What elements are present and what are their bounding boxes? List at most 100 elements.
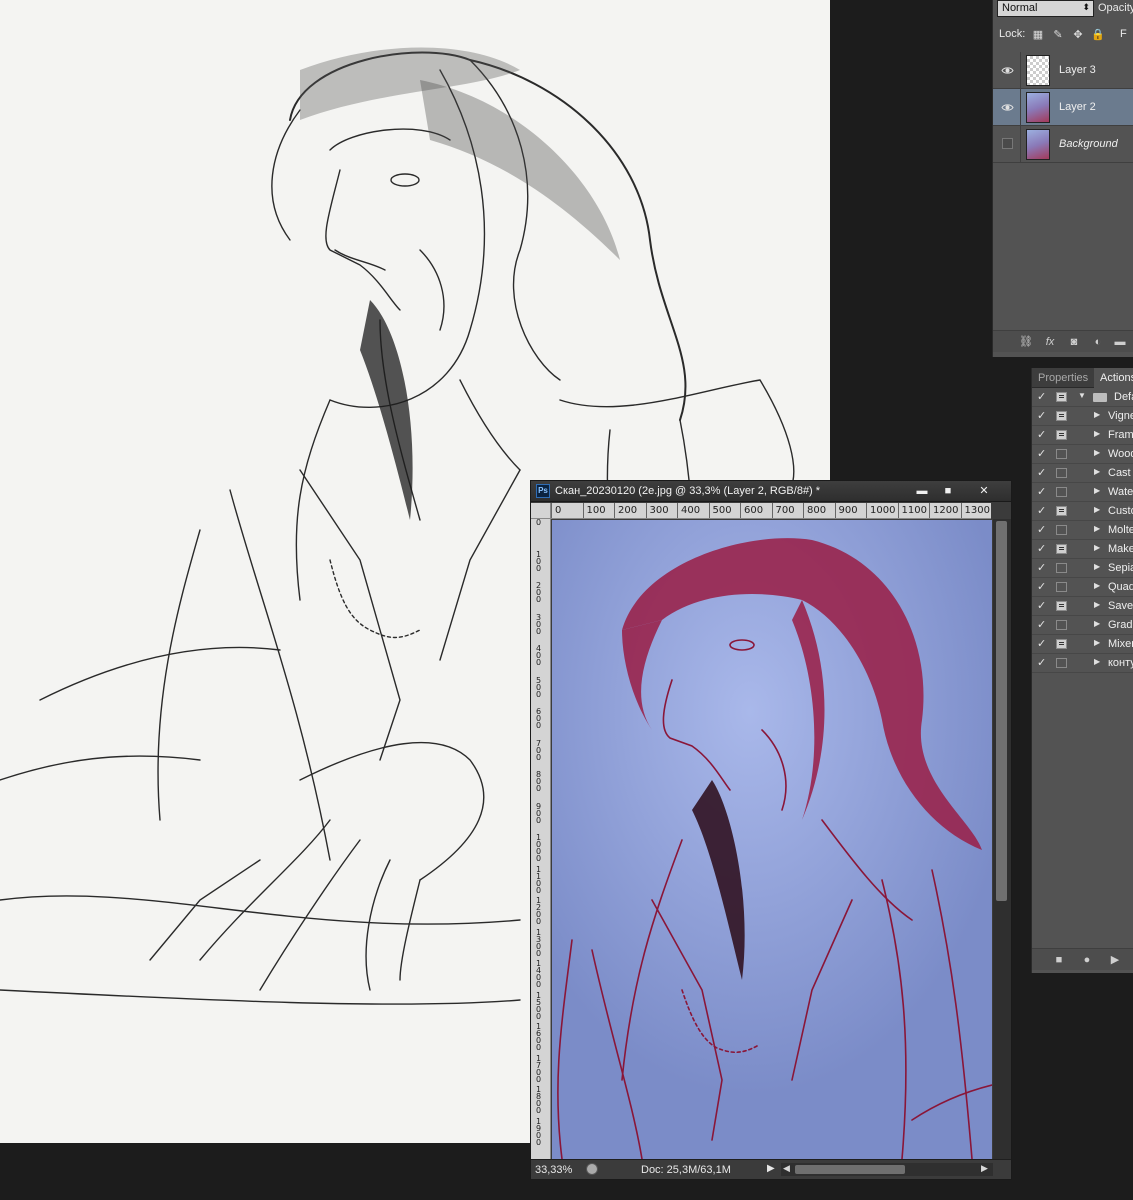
action-row[interactable]: ✓ ▶ Custo xyxy=(1032,502,1133,521)
lock-image-pixels-icon[interactable]: ✎ xyxy=(1051,28,1065,42)
check-icon[interactable]: ✓ xyxy=(1037,580,1049,593)
action-row[interactable]: ✓ ▶ Sepia xyxy=(1032,559,1133,578)
check-icon[interactable]: ✓ xyxy=(1037,428,1049,441)
close-button[interactable]: ✕ xyxy=(967,483,1001,499)
check-icon[interactable]: ✓ xyxy=(1037,599,1049,612)
dialog-toggle-icon[interactable] xyxy=(1056,487,1067,497)
document-titlebar[interactable]: Ps Скан_20230120 (2е.jpg @ 33,3% (Layer … xyxy=(531,481,1011,502)
tab-actions[interactable]: Actions xyxy=(1094,368,1133,388)
layer-row-layer-2[interactable]: Layer 2 xyxy=(993,89,1133,126)
dialog-toggle-icon[interactable] xyxy=(1056,620,1067,630)
check-icon[interactable]: ✓ xyxy=(1037,637,1049,650)
check-icon[interactable]: ✓ xyxy=(1037,466,1049,479)
check-icon[interactable]: ✓ xyxy=(1037,523,1049,536)
horizontal-ruler[interactable]: 0 100 200 300 400 500 600 700 800 900 1000 1100 1200… xyxy=(551,503,991,519)
play-icon[interactable]: ▶ xyxy=(1108,953,1122,967)
scroll-right-icon[interactable]: ▶ xyxy=(981,1163,988,1174)
horizontal-scroll-thumb[interactable] xyxy=(795,1165,905,1174)
minimize-button[interactable]: ▬ xyxy=(911,483,933,499)
action-row[interactable]: ✓ ▶ Wate xyxy=(1032,483,1133,502)
dialog-toggle-icon[interactable] xyxy=(1056,449,1067,459)
lock-position-icon[interactable]: ✥ xyxy=(1071,28,1085,42)
action-row[interactable]: ✓ ▶ Wood xyxy=(1032,445,1133,464)
triangle-right-icon[interactable]: ▶ xyxy=(1094,581,1100,590)
zoom-level-field[interactable]: 33,33% xyxy=(535,1164,572,1176)
action-row[interactable]: ✓ ▶ Molte xyxy=(1032,521,1133,540)
dialog-toggle-icon[interactable] xyxy=(1056,658,1067,668)
dialog-toggle-icon[interactable] xyxy=(1056,506,1067,516)
status-info-icon[interactable] xyxy=(586,1163,598,1175)
triangle-right-icon[interactable]: ▶ xyxy=(1094,600,1100,609)
layer-visibility-toggle[interactable] xyxy=(993,126,1021,163)
status-menu-arrow-icon[interactable]: ▶ xyxy=(767,1163,775,1174)
triangle-right-icon[interactable]: ▶ xyxy=(1094,657,1100,666)
dialog-toggle-icon[interactable] xyxy=(1056,582,1067,592)
dialog-toggle-icon[interactable] xyxy=(1056,601,1067,611)
action-row[interactable]: ✓ ▶ Frame xyxy=(1032,426,1133,445)
ruler-tick-mark xyxy=(960,503,962,518)
dialog-toggle-icon[interactable] xyxy=(1056,392,1067,402)
triangle-right-icon[interactable]: ▶ xyxy=(1094,524,1100,533)
adjustment-icon[interactable]: ◐ xyxy=(1091,335,1105,349)
action-set-row[interactable]: ✓ ▼ Defa xyxy=(1032,388,1133,407)
triangle-right-icon[interactable]: ▶ xyxy=(1094,562,1100,571)
horizontal-scrollbar[interactable]: ◀ ▶ xyxy=(781,1163,993,1176)
stop-icon[interactable]: ■ xyxy=(1052,953,1066,967)
fx-icon[interactable]: fx xyxy=(1043,335,1057,349)
layer-row-layer-3[interactable]: Layer 3 xyxy=(993,52,1133,89)
triangle-right-icon[interactable]: ▶ xyxy=(1094,467,1100,476)
dialog-toggle-icon[interactable] xyxy=(1056,468,1067,478)
action-row[interactable]: ✓ ▶ Make xyxy=(1032,540,1133,559)
folder-icon[interactable]: ▬ xyxy=(1113,335,1127,349)
tab-properties[interactable]: Properties xyxy=(1032,368,1094,388)
check-icon[interactable]: ✓ xyxy=(1037,561,1049,574)
check-icon[interactable]: ✓ xyxy=(1037,618,1049,631)
action-row[interactable]: ✓ ▶ Save xyxy=(1032,597,1133,616)
check-icon[interactable]: ✓ xyxy=(1037,542,1049,555)
triangle-right-icon[interactable]: ▶ xyxy=(1094,543,1100,552)
record-icon[interactable]: ● xyxy=(1080,953,1094,967)
triangle-down-icon[interactable]: ▼ xyxy=(1078,391,1086,400)
dialog-toggle-icon[interactable] xyxy=(1056,639,1067,649)
layer-row-background[interactable]: Background xyxy=(993,126,1133,163)
check-icon[interactable]: ✓ xyxy=(1037,409,1049,422)
check-icon[interactable]: ✓ xyxy=(1037,656,1049,669)
check-icon[interactable]: ✓ xyxy=(1037,504,1049,517)
action-row[interactable]: ✓ ▶ Gradi xyxy=(1032,616,1133,635)
vertical-scroll-thumb[interactable] xyxy=(996,521,1007,901)
mask-icon[interactable]: ◙ xyxy=(1067,335,1081,349)
ruler-corner[interactable] xyxy=(531,503,551,519)
vertical-ruler[interactable]: 0 1 0 0 2 0 0 3 0 0 4 0 0 5 0 0 6 0 0 7 0 0 8 0 … xyxy=(531,519,551,1159)
layer-visibility-toggle[interactable] xyxy=(993,89,1021,126)
action-row[interactable]: ✓ ▶ конту xyxy=(1032,654,1133,673)
lock-transparent-pixels-icon[interactable]: ▦ xyxy=(1031,28,1045,42)
scroll-left-icon[interactable]: ◀ xyxy=(783,1163,790,1174)
check-icon[interactable]: ✓ xyxy=(1037,485,1049,498)
triangle-right-icon[interactable]: ▶ xyxy=(1094,410,1100,419)
action-row[interactable]: ✓ ▶ Quad xyxy=(1032,578,1133,597)
ruler-tick-mark xyxy=(677,503,678,518)
maximize-button[interactable]: ■ xyxy=(937,483,959,499)
layer-visibility-toggle[interactable] xyxy=(993,52,1021,89)
link-icon[interactable]: ⛓ xyxy=(1019,335,1033,349)
triangle-right-icon[interactable]: ▶ xyxy=(1094,619,1100,628)
dialog-toggle-icon[interactable] xyxy=(1056,563,1067,573)
dialog-toggle-icon[interactable] xyxy=(1056,525,1067,535)
action-row[interactable]: ✓ ▶ Vigne xyxy=(1032,407,1133,426)
action-row[interactable]: ✓ ▶ Mixer xyxy=(1032,635,1133,654)
vertical-scrollbar[interactable] xyxy=(993,519,1011,1159)
dialog-toggle-icon[interactable] xyxy=(1056,430,1067,440)
triangle-right-icon[interactable]: ▶ xyxy=(1094,429,1100,438)
triangle-right-icon[interactable]: ▶ xyxy=(1094,486,1100,495)
triangle-right-icon[interactable]: ▶ xyxy=(1094,448,1100,457)
action-row[interactable]: ✓ ▶ Cast xyxy=(1032,464,1133,483)
check-icon[interactable]: ✓ xyxy=(1037,390,1049,403)
check-icon[interactable]: ✓ xyxy=(1037,447,1049,460)
dialog-toggle-icon[interactable] xyxy=(1056,544,1067,554)
document-canvas[interactable] xyxy=(552,520,992,1159)
triangle-right-icon[interactable]: ▶ xyxy=(1094,505,1100,514)
lock-all-icon[interactable]: 🔒 xyxy=(1091,28,1105,42)
dialog-toggle-icon[interactable] xyxy=(1056,411,1067,421)
triangle-right-icon[interactable]: ▶ xyxy=(1094,638,1100,647)
blend-mode-select[interactable]: Normal ⬍ xyxy=(997,0,1094,17)
